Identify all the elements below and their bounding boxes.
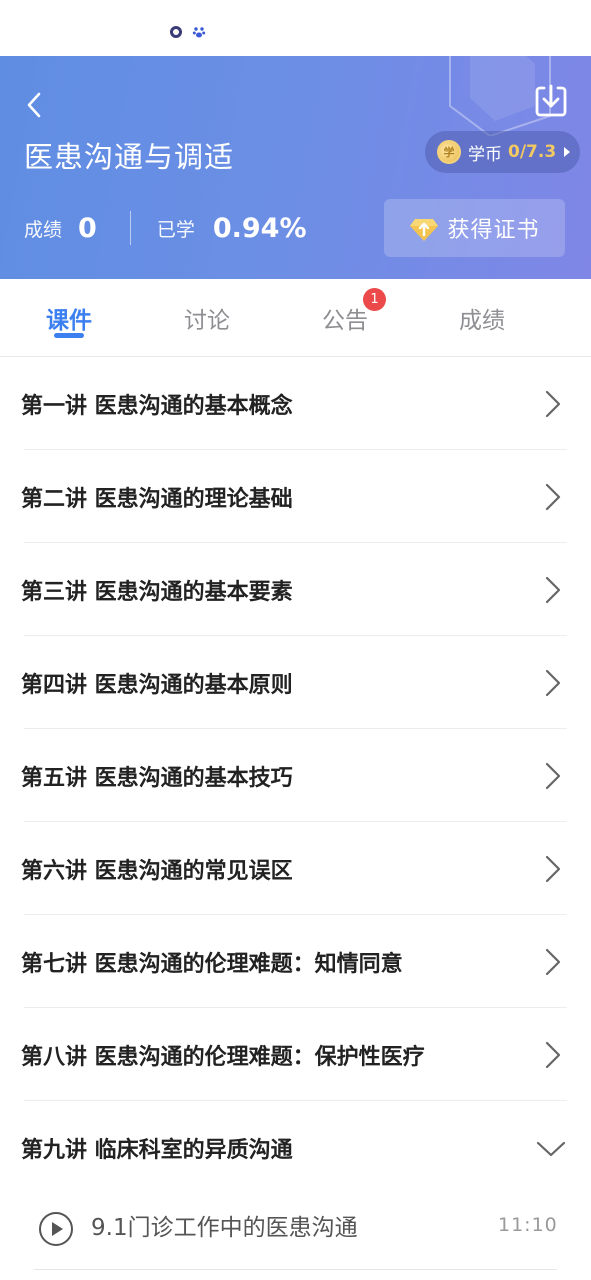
course-stats: 成绩 0 已学 0.94% (24, 208, 307, 248)
lecture-item[interactable]: 第六讲 医患沟通的常见误区 (0, 822, 591, 915)
sub-lesson-item[interactable]: 9.1门诊工作中的医患沟通 11:10 (0, 1190, 591, 1270)
active-tab-indicator (54, 333, 84, 338)
lecture-item[interactable]: 第二讲 医患沟通的理论基础 (0, 450, 591, 543)
lecture-item[interactable]: 第一讲 医患沟通的基本概念 (0, 357, 591, 450)
caret-right-icon (564, 147, 571, 157)
coin-label: 学币 (468, 144, 502, 165)
lecture-title: 第九讲 临床科室的异质沟通 (21, 1137, 293, 1163)
chevron-right-icon (545, 855, 561, 883)
tab-grades[interactable]: 成绩 (422, 279, 542, 357)
chevron-right-icon (545, 948, 561, 976)
tab-label: 课件 (46, 308, 92, 334)
lecture-title: 第二讲 医患沟通的理论基础 (21, 486, 293, 512)
get-certificate-button[interactable]: 获得证书 (384, 199, 565, 257)
tab-label: 成绩 (459, 308, 505, 334)
lecture-title: 第六讲 医患沟通的常见误区 (21, 858, 293, 884)
lecture-title: 第七讲 医患沟通的伦理难题：知情同意 (21, 951, 403, 977)
divider (34, 1269, 557, 1270)
lecture-title: 第五讲 医患沟通的基本技巧 (21, 765, 293, 791)
chevron-right-icon (545, 390, 561, 418)
play-icon (39, 1212, 73, 1246)
lecture-title: 第八讲 医患沟通的伦理难题：保护性医疗 (21, 1044, 425, 1070)
back-button[interactable] (16, 86, 52, 122)
study-coin-pill[interactable]: 学 学币 0/7.3 (425, 131, 580, 173)
lecture-title: 第一讲 医患沟通的基本概念 (21, 393, 293, 419)
certificate-label: 获得证书 (447, 218, 540, 243)
coin-value: 0/7.3 (508, 142, 557, 162)
status-bar (0, 0, 591, 56)
chevron-right-icon (545, 762, 561, 790)
lecture-item[interactable]: 第七讲 医患沟通的伦理难题：知情同意 (0, 915, 591, 1008)
score-label: 成绩 (24, 218, 63, 241)
chevron-right-icon (545, 483, 561, 511)
paw-notification-icon (192, 27, 206, 38)
chevron-right-icon (545, 669, 561, 697)
coin-icon: 学 (437, 140, 461, 164)
download-button[interactable] (532, 82, 570, 120)
tab-courseware[interactable]: 课件 (9, 279, 129, 357)
lecture-item-expanded[interactable]: 第九讲 临床科室的异质沟通 (0, 1101, 591, 1194)
lecture-list: 第一讲 医患沟通的基本概念 第二讲 医患沟通的理论基础 第三讲 医患沟通的基本要… (0, 357, 591, 1194)
tab-label: 公告 (322, 308, 368, 334)
sub-lesson-title: 9.1门诊工作中的医患沟通 (91, 1215, 358, 1241)
lecture-title: 第三讲 医患沟通的基本要素 (21, 579, 293, 605)
announcement-badge: 1 (363, 288, 386, 311)
sub-lesson-duration: 11:10 (498, 1214, 558, 1236)
stats-divider (129, 211, 131, 245)
tab-discussion[interactable]: 讨论 (147, 279, 267, 357)
progress-label: 已学 (156, 218, 195, 241)
chevron-right-icon (545, 1041, 561, 1069)
lecture-item[interactable]: 第五讲 医患沟通的基本技巧 (0, 729, 591, 822)
chevron-right-icon (545, 576, 561, 604)
course-title: 医患沟通与调适 (24, 140, 235, 174)
app-notification-icon (170, 26, 182, 38)
tab-announcement[interactable]: 公告 (285, 279, 405, 357)
lecture-title: 第四讲 医患沟通的基本原则 (21, 672, 293, 698)
lecture-item[interactable]: 第三讲 医患沟通的基本要素 (0, 543, 591, 636)
lecture-item[interactable]: 第八讲 医患沟通的伦理难题：保护性医疗 (0, 1008, 591, 1101)
lecture-item[interactable]: 第四讲 医患沟通的基本原则 (0, 636, 591, 729)
chevron-down-icon (536, 1141, 566, 1157)
course-header: 医患沟通与调适 学 学币 0/7.3 成绩 0 已学 0.94% 获得证书 (0, 56, 591, 279)
tab-label: 讨论 (184, 308, 230, 334)
score-value: 0 (78, 212, 97, 244)
diamond-upload-icon (410, 219, 439, 241)
progress-value: 0.94% (212, 212, 307, 244)
course-tabs: 课件 讨论 公告 1 成绩 (0, 279, 591, 357)
